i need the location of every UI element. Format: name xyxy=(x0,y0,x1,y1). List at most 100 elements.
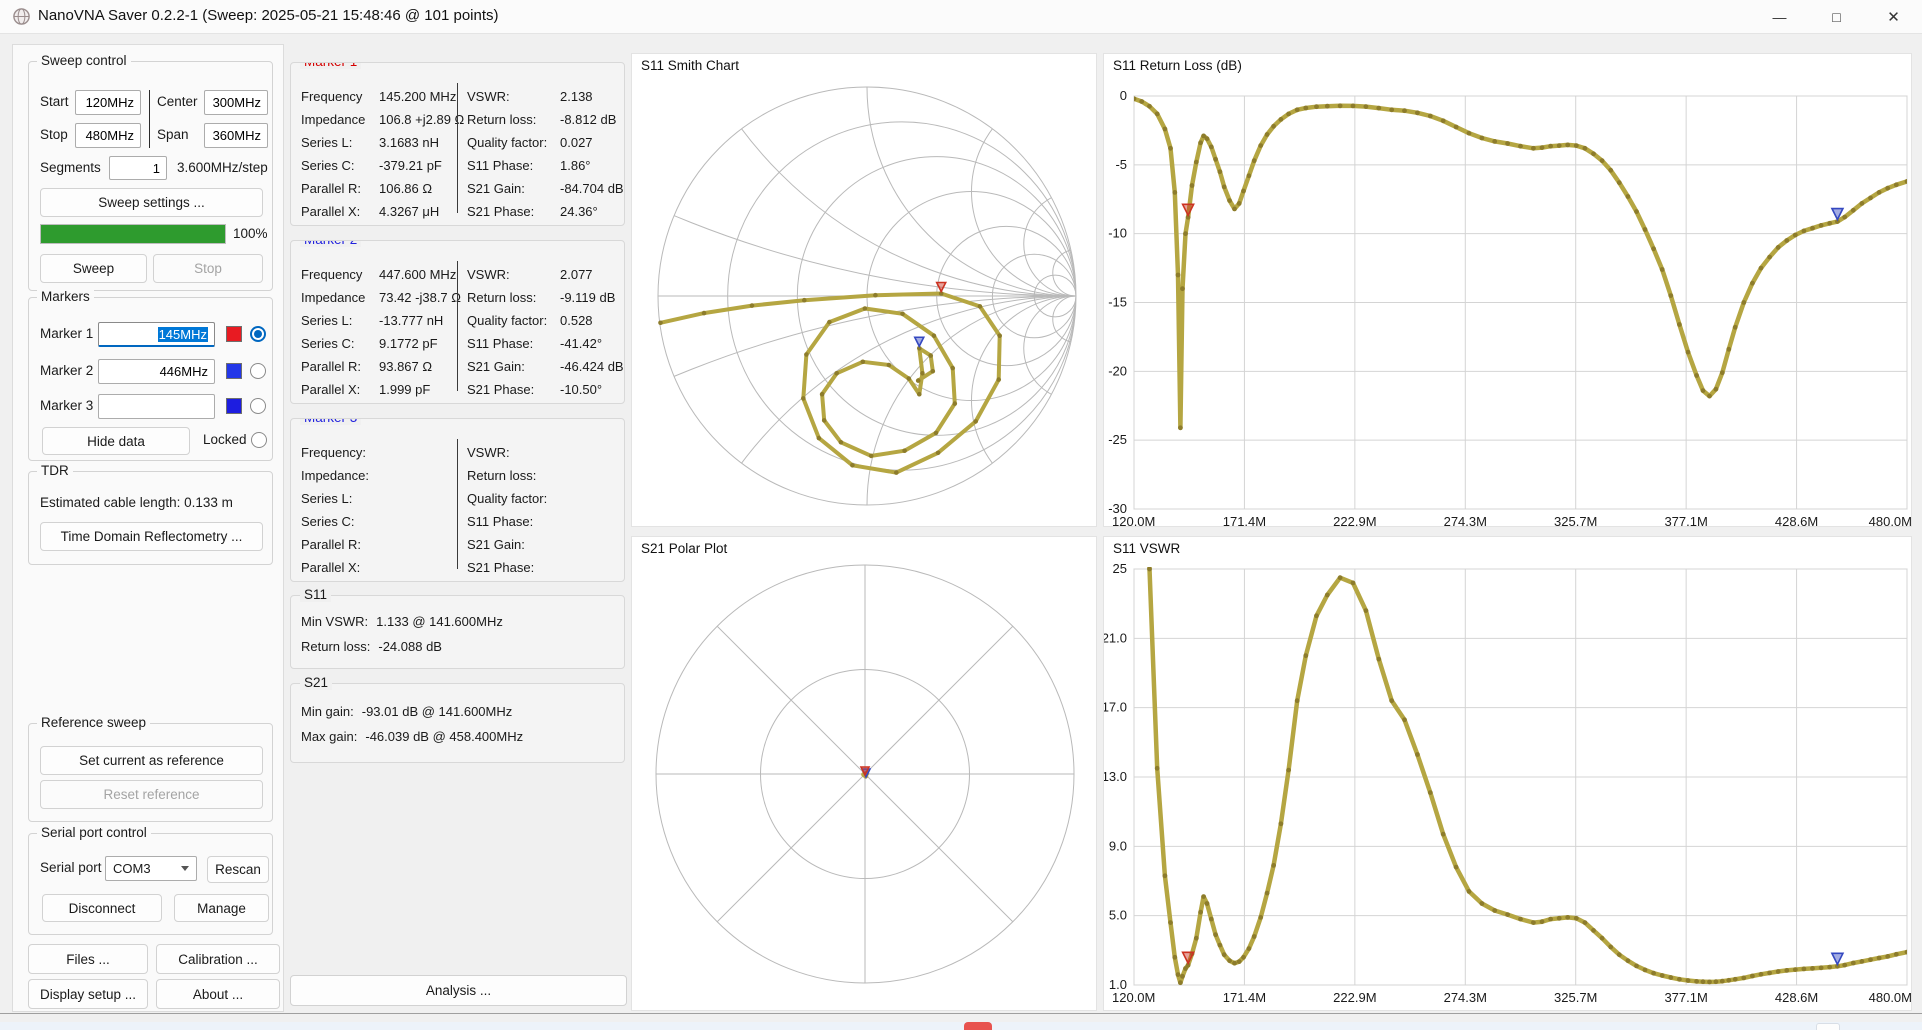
field-value: 93.867 Ω xyxy=(379,359,433,374)
group-title: Markers xyxy=(37,289,94,304)
marker-3-radio[interactable] xyxy=(250,398,266,414)
x-tick-label: 428.6M xyxy=(1775,990,1818,1005)
field-row: Parallel X: xyxy=(301,556,455,579)
marker-triangle xyxy=(1830,952,1845,967)
marker-2-input[interactable] xyxy=(98,359,215,384)
sweep-button[interactable]: Sweep xyxy=(40,254,147,283)
field-column: VSWR: Return loss: Quality factor: S11 Phas… xyxy=(467,441,623,579)
maximize-button[interactable]: □ xyxy=(1808,0,1865,33)
field-value: 3.1683 nH xyxy=(379,135,439,150)
marker-2-radio[interactable] xyxy=(250,363,266,379)
tdr-button[interactable]: Time Domain Reflectometry ... xyxy=(40,522,263,551)
divider xyxy=(149,90,150,148)
field-value: 145.200 MHz xyxy=(379,89,457,104)
field-label: Series C: xyxy=(301,158,355,173)
field-label: Parallel R: xyxy=(301,537,361,552)
field-row: Series L: xyxy=(301,487,455,510)
field-label: S21 Phase: xyxy=(467,204,535,219)
about-button[interactable]: About ... xyxy=(156,979,280,1009)
s21-min-gain-line: Min gain: -93.01 dB @ 141.600MHz xyxy=(301,704,513,719)
field-row: Series C: 9.1772 pF xyxy=(301,332,455,355)
field-label: Parallel R: xyxy=(301,359,361,374)
marker-1-color-swatch[interactable] xyxy=(226,326,242,342)
s21-max-gain-line: Max gain: -46.039 dB @ 458.400MHz xyxy=(301,729,524,744)
marker-panel-title: Marker 1 xyxy=(300,63,362,69)
close-button[interactable]: ✕ xyxy=(1865,0,1922,33)
marker-1-input[interactable]: 145MHz xyxy=(98,322,215,347)
serial-port-label: Serial port xyxy=(40,860,102,875)
s11-vswr-chart-panel[interactable]: S11 VSWR 120.0M 171.4M 222.9M 274.3M 325.7M 3… xyxy=(1102,536,1912,1011)
marker-1-data-panel: Marker 1 Frequency 145.200 MHz Impedance 106… xyxy=(290,62,625,226)
taskbar-light-icon[interactable] xyxy=(1816,1023,1840,1030)
return-loss-chart-svg: 120.0M 171.4M 222.9M 274.3M 325.7M 377.1M 428.… xyxy=(1108,88,1912,529)
y-tick-label: -15 xyxy=(1108,295,1127,310)
start-input[interactable] xyxy=(75,90,141,115)
x-tick-label: 274.3M xyxy=(1444,990,1487,1005)
hide-data-button[interactable]: Hide data xyxy=(42,427,190,455)
s11-return-loss-chart-panel[interactable]: S11 Return Loss (dB) 120.0M 171.4M 222.9M 2… xyxy=(1103,53,1912,529)
stop-input[interactable] xyxy=(75,123,141,148)
chart-title: S21 Polar Plot xyxy=(641,541,728,556)
serial-port-select[interactable]: COM3 xyxy=(105,856,197,881)
tdr-group: TDR Estimated cable length: 0.133 m Time… xyxy=(28,463,273,565)
s21-summary-panel: S21 Min gain: -93.01 dB @ 141.600MHz Max … xyxy=(290,675,625,763)
taskbar-red-icon[interactable] xyxy=(964,1022,992,1030)
field-value: 9.1772 pF xyxy=(379,336,438,351)
span-input[interactable] xyxy=(204,123,268,148)
field-label: Quality factor: xyxy=(467,313,548,328)
field-value: -8.812 dB xyxy=(560,112,617,127)
manage-button[interactable]: Manage xyxy=(174,894,269,922)
field-row: Impedance: xyxy=(301,464,455,487)
field-value: 0.027 xyxy=(560,135,593,150)
locked-checkbox[interactable] xyxy=(251,432,267,448)
titlebar[interactable]: NanoVNA Saver 0.2.2-1 (Sweep: 2025-05-21… xyxy=(0,0,1922,34)
marker-2-color-swatch[interactable] xyxy=(226,363,242,379)
marker-1-radio[interactable] xyxy=(250,326,266,342)
taskbar[interactable] xyxy=(0,1022,1922,1030)
field-row: Frequency: xyxy=(301,441,455,464)
marker-3-color-swatch[interactable] xyxy=(226,398,242,414)
rescan-button[interactable]: Rescan xyxy=(207,856,269,883)
analysis-button[interactable]: Analysis ... xyxy=(290,975,627,1006)
calibration-button[interactable]: Calibration ... xyxy=(156,944,280,974)
marker-3-label: Marker 3 xyxy=(40,398,94,413)
reference-sweep-group: Reference sweep Set current as reference… xyxy=(28,715,273,822)
y-tick-label: 13.0 xyxy=(1104,769,1127,784)
field-label: Impedance: xyxy=(301,468,369,483)
field-row: Parallel X: 4.3267 μH xyxy=(301,200,455,223)
center-input[interactable] xyxy=(204,90,268,115)
field-row: S11 Phase: 1.86° xyxy=(467,154,623,177)
field-label: S11 Phase: xyxy=(467,514,534,529)
field-label: S21 Phase: xyxy=(467,382,535,397)
files-button[interactable]: Files ... xyxy=(28,944,148,974)
s21-polar-plot-panel[interactable]: S21 Polar Plot xyxy=(631,536,1097,1011)
segments-input[interactable] xyxy=(109,156,167,180)
field-label: Frequency: xyxy=(301,445,367,460)
field-value: -13.777 nH xyxy=(379,313,444,328)
field-value: 1.86° xyxy=(560,158,591,173)
marker-3-input[interactable] xyxy=(98,394,215,419)
x-tick-label: 377.1M xyxy=(1664,514,1707,528)
sweep-settings-button[interactable]: Sweep settings ... xyxy=(40,188,263,217)
y-tick-label: 25 xyxy=(1113,561,1127,576)
field-row: S21 Gain: -46.424 dB xyxy=(467,355,624,378)
field-row: Parallel X: 1.999 pF xyxy=(301,378,455,401)
field-row: Quality factor: 0.027 xyxy=(467,131,623,154)
marker-2-data-panel: Marker 2 Frequency 447.600 MHz Impedance 73.… xyxy=(290,240,625,404)
stop-button[interactable]: Stop xyxy=(153,254,263,283)
minimize-button[interactable]: — xyxy=(1751,0,1808,33)
field-value: -46.424 dB xyxy=(560,359,624,374)
field-label: Quality factor: xyxy=(467,491,548,506)
field-label: S21 Phase: xyxy=(467,560,535,575)
display-setup-button[interactable]: Display setup ... xyxy=(28,979,148,1009)
disconnect-button[interactable]: Disconnect xyxy=(42,894,162,922)
sweep-control-group: Sweep control Start Center Stop Span Seg… xyxy=(28,53,273,291)
field-column: VSWR: 2.077 Return loss: -9.119 dB Quality f… xyxy=(467,263,624,401)
set-reference-button[interactable]: Set current as reference xyxy=(40,746,263,775)
s11-smith-chart-panel[interactable]: S11 Smith Chart xyxy=(631,53,1097,527)
field-label: S21 Gain: xyxy=(467,359,525,374)
group-title: TDR xyxy=(37,463,73,478)
y-tick-label: -5 xyxy=(1115,157,1127,172)
x-tick-label: 222.9M xyxy=(1333,990,1376,1005)
reset-reference-button[interactable]: Reset reference xyxy=(40,780,263,809)
